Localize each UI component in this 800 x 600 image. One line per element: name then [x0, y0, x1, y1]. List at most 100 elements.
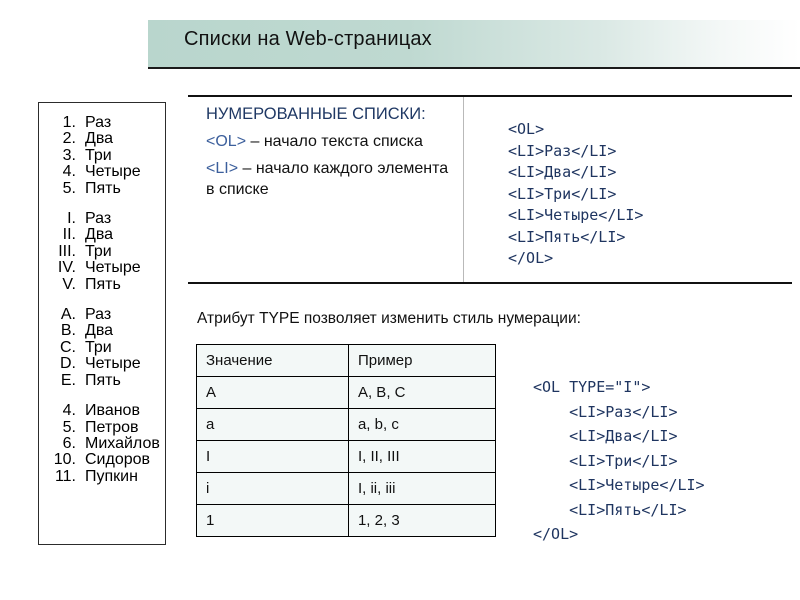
list-item: I. Раз: [39, 210, 165, 228]
table-row: i I, ii, iii: [196, 472, 497, 505]
list-item-marker: V.: [62, 275, 76, 293]
list-item: B. Два: [39, 322, 165, 340]
list-item-marker: II.: [62, 226, 76, 244]
list-item-marker: 1.: [62, 114, 76, 131]
sample-list-decimal-list: 1. Раз 2. Два 3. Три 4. Четыре 5. Пять: [39, 114, 165, 197]
list-item-label: Петров: [85, 418, 139, 436]
list-item: IV. Четыре: [39, 259, 165, 277]
list-item-label: Пять: [85, 371, 121, 389]
list-item: 10. Сидоров: [39, 451, 165, 469]
list-item: II. Два: [39, 226, 165, 244]
type-example-cell: A, B, C: [347, 376, 497, 409]
list-item-label: Пять: [85, 179, 121, 197]
list-item: E. Пять: [39, 371, 165, 389]
sample-list-upper-alpha-list: A. Раз B. Два C. Три D. Четыре E. Пять: [39, 306, 165, 389]
list-item-marker: D.: [60, 355, 76, 373]
list-item: 4. Четыре: [39, 163, 165, 181]
list-item-marker: 5.: [62, 418, 76, 436]
explanation-heading: НУМЕРОВАННЫЕ СПИСКИ:: [206, 105, 426, 123]
list-item-label: Три: [85, 146, 112, 164]
type-values-table: Значение Пример A A, B, Ca a, b, c I I, II, II…: [196, 344, 497, 537]
list-item-label: Пупкин: [85, 467, 138, 485]
list-item-label: Четыре: [85, 163, 141, 181]
table-row: a a, b, c: [196, 408, 497, 441]
explanation-items: <OL> – начало текста списка <LI> – начало…: [206, 131, 451, 201]
explanation-item: <LI> – начало каждого элемента в списке: [206, 158, 451, 201]
list-item: V. Пять: [39, 275, 165, 293]
list-item: 2. Два: [39, 130, 165, 148]
explanation-item: <OL> – начало текста списка: [206, 131, 451, 153]
type-value-cell: I: [196, 440, 349, 473]
list-item-marker: I.: [67, 210, 76, 228]
list-item-label: Два: [85, 130, 114, 148]
type-example-cell: I, ii, iii: [347, 472, 497, 505]
list-item-marker: 11.: [54, 467, 76, 485]
sample-list-custom-start-list: 4. Иванов 5. Петров 6. Михайлов 10. Сидоров 11. П…: [39, 402, 165, 485]
list-item-label: Четыре: [85, 355, 141, 373]
list-item-marker: 6.: [62, 434, 76, 452]
explanation-item-text: – начало текста списка: [246, 133, 423, 150]
sample-lists-container: 1. Раз 2. Два 3. Три 4. Четыре 5. Пять I. Раз II. Два…: [39, 114, 165, 485]
list-item: C. Три: [39, 338, 165, 356]
type-value-cell: 1: [196, 504, 349, 537]
page-title: Списки на Web-страницах: [184, 28, 432, 50]
type-values-table-body: Значение Пример A A, B, Ca a, b, c I I, II, II…: [196, 344, 497, 537]
list-item-marker: 3.: [62, 146, 76, 164]
list-item: III. Три: [39, 242, 165, 260]
list-item-label: Михайлов: [85, 434, 160, 452]
list-item: 11. Пупкин: [39, 467, 165, 485]
list-item: 4. Иванов: [39, 402, 165, 420]
list-item-marker: E.: [60, 371, 76, 389]
list-item-label: Раз: [85, 306, 112, 324]
table-header-row: Значение Пример: [196, 344, 497, 377]
list-item-label: Раз: [85, 210, 112, 228]
type-example-cell: a, b, c: [347, 408, 497, 441]
content-top-rule: [188, 95, 792, 97]
explanation-item-text: – начало каждого элемента в списке: [206, 159, 449, 199]
list-item: D. Четыре: [39, 355, 165, 373]
list-item: 5. Петров: [39, 418, 165, 436]
code-sample-ol-type-roman: <OL TYPE="I"> <LI>Раз</LI> <LI>Два</LI> …: [533, 378, 705, 543]
list-item: 1. Раз: [39, 114, 165, 131]
table-column-header: Значение: [196, 344, 349, 377]
table-row: 1 1, 2, 3: [196, 504, 497, 537]
list-item: 6. Михайлов: [39, 434, 165, 452]
list-item-label: Раз: [85, 114, 112, 131]
list-item-marker: 5.: [62, 179, 76, 197]
type-value-cell: i: [196, 472, 349, 505]
list-item-marker: C.: [60, 338, 76, 356]
numbered-lists-explanation: НУМЕРОВАННЫЕ СПИСКИ: <OL> – начало текст…: [206, 103, 451, 206]
list-item-label: Пять: [85, 275, 121, 293]
list-item-marker: 2.: [62, 130, 76, 148]
html-tag-literal: <LI>: [206, 159, 239, 177]
list-item-marker: A.: [60, 306, 76, 324]
list-item-marker: III.: [58, 242, 76, 260]
list-item-label: Сидоров: [85, 451, 151, 469]
html-tag-literal: <OL>: [206, 133, 247, 150]
sample-lists-panel: 1. Раз 2. Два 3. Три 4. Четыре 5. Пять I. Раз II. Два…: [38, 102, 166, 545]
list-item-marker: 4.: [62, 163, 76, 181]
list-item-label: Четыре: [85, 259, 141, 277]
sample-list-upper-roman-list: I. Раз II. Два III. Три IV. Четыре V. Пять: [39, 210, 165, 293]
list-item-label: Два: [85, 322, 114, 340]
list-item-marker: 4.: [62, 402, 76, 420]
type-example-cell: 1, 2, 3: [347, 504, 497, 537]
list-item: 5. Пять: [39, 179, 165, 197]
list-item-label: Три: [85, 242, 112, 260]
table-column-header: Пример: [347, 344, 497, 377]
type-example-cell: I, II, III: [347, 440, 497, 473]
title-underline-rule: [148, 67, 800, 69]
type-attribute-note: Атрибут TYPE позволяет изменить стиль ну…: [197, 310, 581, 327]
type-value-cell: a: [196, 408, 349, 441]
list-item-label: Иванов: [85, 402, 140, 420]
list-item-label: Два: [85, 226, 114, 244]
list-item-marker: B.: [60, 322, 76, 340]
code-sample-basic-ol: <OL> <LI>Раз</LI> <LI>Два</LI> <LI>Три</…: [508, 120, 644, 267]
list-item-marker: IV.: [57, 259, 76, 277]
content-vertical-divider: [463, 97, 464, 282]
content-bottom-rule: [188, 282, 792, 284]
list-item: 3. Три: [39, 146, 165, 164]
table-row: I I, II, III: [196, 440, 497, 473]
list-item-marker: 10.: [53, 451, 76, 469]
list-item: A. Раз: [39, 306, 165, 324]
